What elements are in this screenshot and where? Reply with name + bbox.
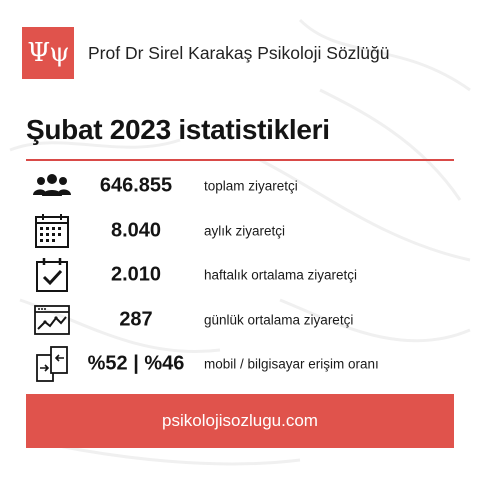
website-url-banner[interactable]: psikolojisozlugu.com [26,394,454,448]
stat-label: mobil / bilgisayar erişim oranı [204,356,379,372]
stat-value: %52 | %46 [87,352,185,375]
stat-label: toplam ziyaretçi [204,178,298,194]
stats-list: 646.855 toplam ziyaretçi 8.040 aylık ziy… [26,164,454,387]
calendar-check-icon [32,255,72,295]
website-url[interactable]: psikolojisozlugu.com [162,411,318,431]
stat-row-total-visitors: 646.855 toplam ziyaretçi [26,164,454,209]
psi-logo: Ψψ [22,27,74,79]
stat-row-monthly-visitors: 8.040 aylık ziyaretçi [26,209,454,254]
psi-logo-text: Ψψ [27,38,69,68]
stat-label: günlük ortalama ziyaretçi [204,312,354,328]
site-header: Ψψ Prof Dr Sirel Karakaş Psikoloji Sözlü… [22,27,390,79]
stat-label: aylık ziyaretçi [204,223,286,239]
stat-value: 287 [119,308,153,331]
stat-value: 8.040 [110,219,162,242]
page-title: Şubat 2023 istatistikleri [26,114,330,145]
stat-row-weekly-average: 2.010 haftalık ortalama ziyaretçi [26,253,454,298]
calendar-icon [32,211,72,251]
stat-value: 2.010 [110,263,162,286]
title-divider [26,159,454,161]
chart-window-icon [32,300,72,340]
stat-row-device-ratio: %52 | %46 mobil / bilgisayar erişim oran… [26,342,454,387]
users-icon [32,166,72,206]
devices-transfer-icon [32,344,72,384]
site-name: Prof Dr Sirel Karakaş Psikoloji Sözlüğü [88,42,390,63]
stat-label: haftalık ortalama ziyaretçi [204,267,358,283]
stat-value: 646.855 [99,174,173,197]
stat-row-daily-average: 287 günlük ortalama ziyaretçi [26,298,454,343]
